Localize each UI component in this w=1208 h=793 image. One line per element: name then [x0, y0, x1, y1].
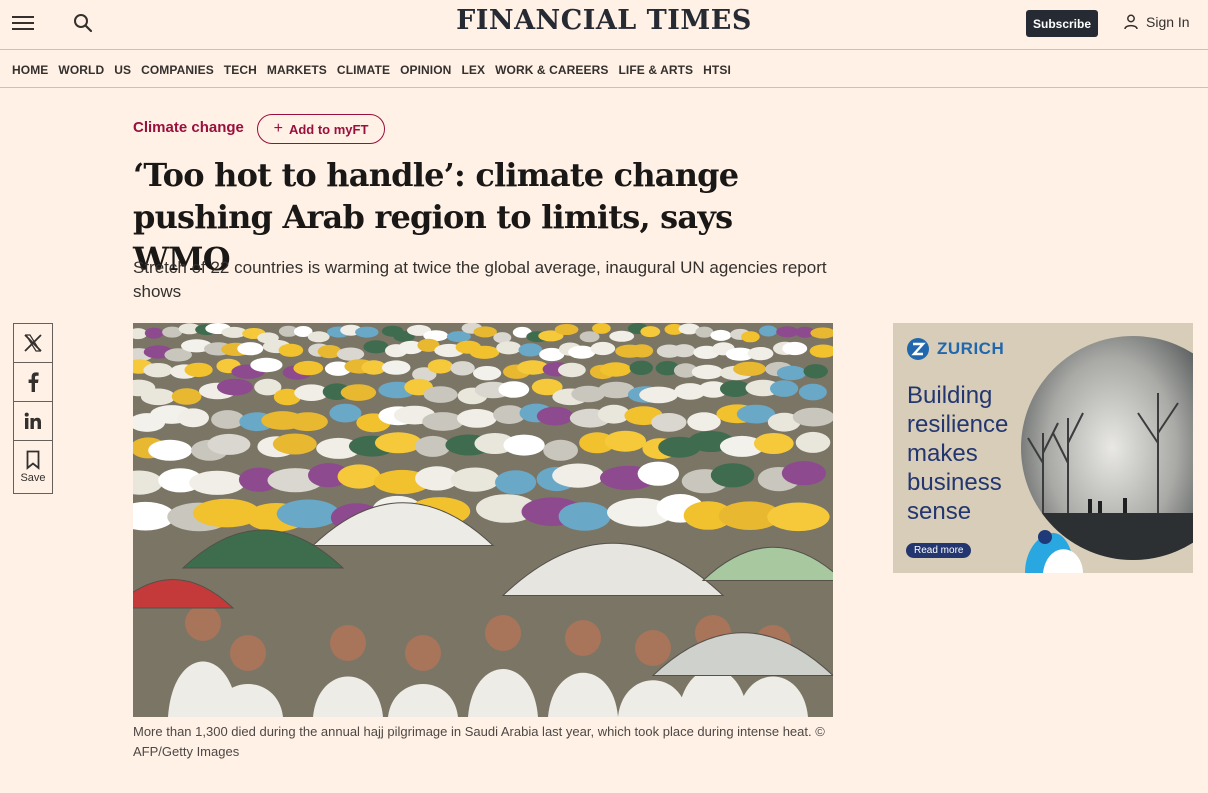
ad-copy-line: Building: [907, 382, 993, 409]
nav-item-work-careers[interactable]: WORK & CAREERS: [495, 63, 608, 77]
nav-item-lex[interactable]: LEX: [461, 63, 485, 77]
x-logo-icon: [24, 334, 42, 352]
nav-item-opinion[interactable]: OPINION: [400, 63, 451, 77]
share-linkedin-button[interactable]: [14, 402, 52, 441]
nav-item-us[interactable]: US: [114, 63, 131, 77]
nav-item-tech[interactable]: TECH: [224, 63, 257, 77]
sign-in-label: Sign In: [1146, 14, 1190, 30]
share-bar: Save: [13, 323, 53, 494]
add-to-myft-button[interactable]: + Add to myFT: [257, 114, 385, 144]
save-label: Save: [20, 472, 46, 484]
nav-item-markets[interactable]: MARKETS: [267, 63, 327, 77]
ad-copy: Building resilience makes business sense: [907, 381, 1037, 526]
nav-item-htsi[interactable]: HTSI: [703, 63, 731, 77]
nav-item-world[interactable]: WORLD: [58, 63, 104, 77]
save-article-button[interactable]: Save: [14, 441, 52, 493]
plus-icon: +: [273, 120, 283, 137]
search-icon[interactable]: [72, 12, 94, 34]
main-nav: HOME WORLD US COMPANIES TECH MARKETS CLI…: [0, 51, 1208, 88]
ad-copy-line: makes: [907, 440, 978, 467]
hamburger-menu-icon[interactable]: [12, 12, 34, 34]
bookmark-icon: [26, 450, 40, 470]
ad-copy-line: resilience: [907, 411, 1009, 438]
article-standfirst: Stretch of 22 countries is warming at tw…: [133, 258, 827, 301]
linkedin-icon: [24, 412, 41, 429]
article-hero-image: [133, 323, 833, 717]
user-icon: [1124, 14, 1138, 30]
share-x-button[interactable]: [14, 324, 52, 363]
ad-copy-line: sense: [907, 498, 972, 525]
topic-tag[interactable]: Climate change: [133, 119, 244, 136]
ad-read-more-button[interactable]: Read more: [906, 543, 972, 558]
ad-brand-name: ZURICH: [937, 339, 1005, 358]
subscribe-button[interactable]: Subscribe: [1026, 10, 1098, 37]
image-caption: More than 1,300 died during the annual h…: [133, 724, 825, 759]
add-to-myft-label: Add to myFT: [288, 121, 369, 137]
zurich-z-icon: [907, 338, 929, 360]
sign-in-link[interactable]: Sign In: [1124, 14, 1190, 30]
zurich-logo: ZURICH: [907, 338, 1004, 360]
nav-item-climate[interactable]: CLIMATE: [337, 63, 390, 77]
hajj-pilgrims-umbrellas-photo: [133, 323, 833, 717]
nav-item-companies[interactable]: COMPANIES: [141, 63, 214, 77]
nav-item-life-arts[interactable]: LIFE & ARTS: [618, 63, 693, 77]
ad-copy-line: business: [907, 469, 1002, 496]
nav-item-home[interactable]: HOME: [12, 63, 48, 77]
share-facebook-button[interactable]: [14, 363, 52, 402]
zurich-advertisement[interactable]: ZURICH Building resilience makes busines…: [893, 323, 1193, 573]
facebook-icon: [28, 372, 39, 392]
top-bar: FINANCIAL TIMES Subscribe Sign In: [0, 0, 1208, 50]
